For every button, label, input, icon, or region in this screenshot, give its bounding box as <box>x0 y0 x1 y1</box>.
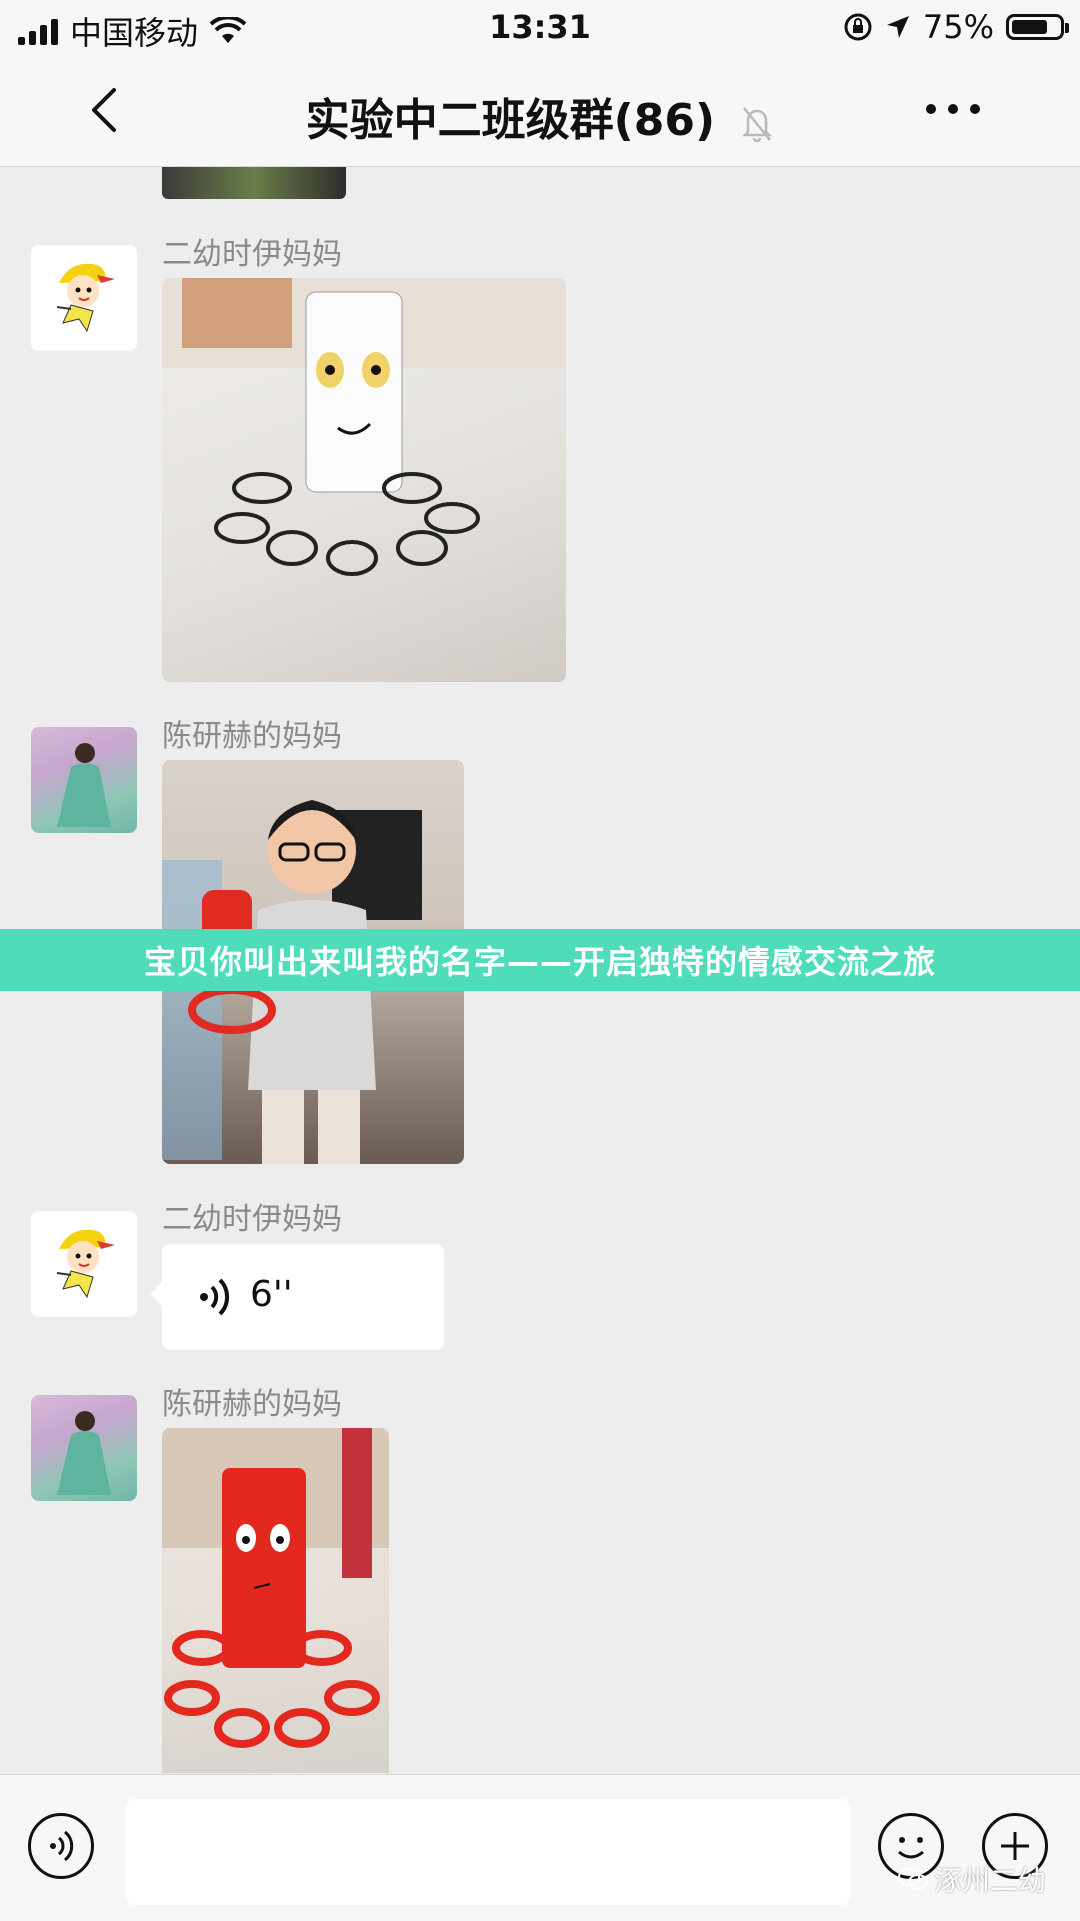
avatar[interactable] <box>31 245 137 351</box>
chat-header: 实验中二班级群(86) <box>0 54 1080 167</box>
battery-percent: 75% <box>922 8 994 46</box>
image-message[interactable] <box>162 1428 389 1773</box>
avatar[interactable] <box>31 727 137 833</box>
wechat-logo-icon <box>897 1868 928 1890</box>
chat-title-wrap: 实验中二班级群(86) <box>0 84 1080 148</box>
sender-name: 二幼时伊妈妈 <box>162 1202 342 1237</box>
voice-duration: 6'' <box>250 1274 293 1315</box>
rotation-lock-icon <box>844 13 872 41</box>
more-dots-icon[interactable] <box>926 104 980 114</box>
sender-name: 陈研赫的妈妈 <box>162 1387 342 1422</box>
message-input[interactable] <box>126 1799 850 1905</box>
status-bar: 中国移动 13:31 75% <box>0 0 1080 54</box>
bell-muted-icon <box>742 107 773 142</box>
portrait-avatar-icon <box>57 1411 111 1495</box>
status-right: 75% <box>843 8 1069 46</box>
input-bar: 涿州二幼 <box>0 1774 1080 1921</box>
location-arrow-icon <box>886 16 909 38</box>
image-message[interactable] <box>162 278 566 682</box>
previous-image-message[interactable] <box>162 167 346 199</box>
voice-message[interactable]: 6'' <box>150 1244 444 1350</box>
voice-wave-icon <box>200 1278 230 1316</box>
headline-banner: 宝贝你叫出来叫我的名字——开启独特的情感交流之旅 <box>0 929 1080 991</box>
red-octopus-image <box>162 1428 389 1748</box>
portrait-avatar-icon <box>57 743 111 827</box>
voice-mode-icon[interactable] <box>28 1813 94 1879</box>
watermark: 涿州二幼 <box>897 1859 1046 1899</box>
chat-title: 实验中二班级群(86) <box>305 95 716 146</box>
cartoon-avatar-icon <box>56 1229 115 1299</box>
avatar[interactable] <box>31 1395 137 1501</box>
headline-text: 宝贝你叫出来叫我的名字——开启独特的情感交流之旅 <box>143 943 936 981</box>
cartoon-avatar-icon <box>56 263 115 333</box>
battery-icon <box>1006 14 1069 40</box>
paper-octopus-image <box>162 278 566 576</box>
sender-name: 二幼时伊妈妈 <box>162 237 342 272</box>
avatar[interactable] <box>31 1211 137 1317</box>
watermark-text: 涿州二幼 <box>933 1864 1046 1897</box>
sender-name: 陈研赫的妈妈 <box>162 719 342 754</box>
